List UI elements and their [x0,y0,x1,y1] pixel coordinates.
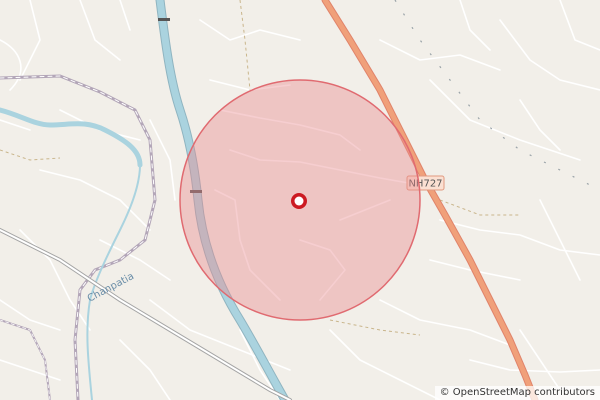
map-view[interactable]: NH727 Chanpatia © OpenStreetMap contribu… [0,0,600,400]
canal-bridge-top [158,18,170,21]
location-ring-icon[interactable] [291,193,307,209]
map-canvas: NH727 Chanpatia [0,0,600,400]
attribution-text[interactable]: © OpenStreetMap contributors [440,387,595,398]
map-attribution[interactable]: © OpenStreetMap contributors [434,386,600,400]
